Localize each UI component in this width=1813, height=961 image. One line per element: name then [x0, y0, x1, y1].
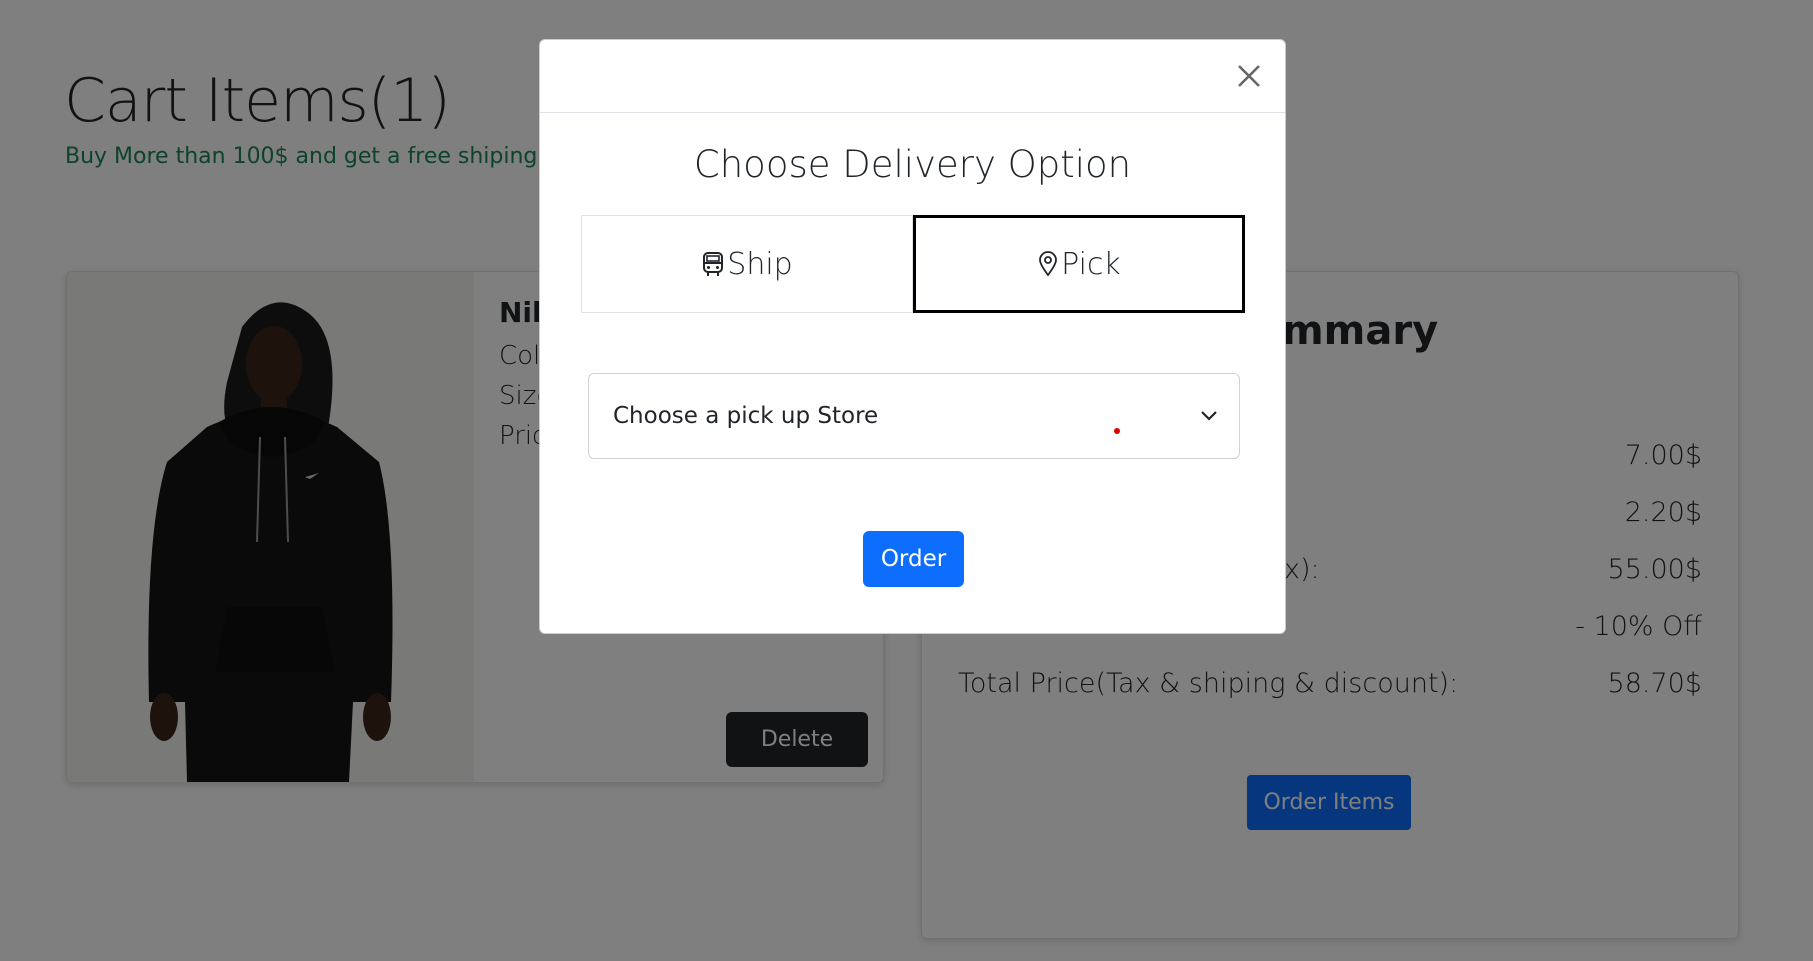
pick-option-tab[interactable]: Pick: [913, 215, 1245, 313]
delivery-option-modal: Choose Delivery Option Ship Pick Choose …: [539, 39, 1286, 634]
cursor-marker: [1114, 428, 1120, 434]
geo-pin-icon: [1039, 251, 1058, 277]
ship-option-tab[interactable]: Ship: [581, 215, 913, 313]
modal-header: [540, 40, 1285, 113]
chevron-down-icon: [1201, 411, 1217, 421]
ship-option-label: Ship: [727, 246, 793, 282]
close-icon: [1238, 65, 1260, 87]
bus-icon: [703, 252, 724, 276]
close-button[interactable]: [1231, 58, 1267, 94]
modal-title: Choose Delivery Option: [693, 143, 1132, 186]
order-button[interactable]: Order: [863, 531, 964, 587]
delivery-option-tabs: Ship Pick: [581, 215, 1245, 313]
pick-option-label: Pick: [1061, 246, 1121, 282]
pickup-store-select[interactable]: Choose a pick up Store: [588, 373, 1240, 459]
pickup-store-selected-value: Choose a pick up Store: [613, 403, 879, 429]
